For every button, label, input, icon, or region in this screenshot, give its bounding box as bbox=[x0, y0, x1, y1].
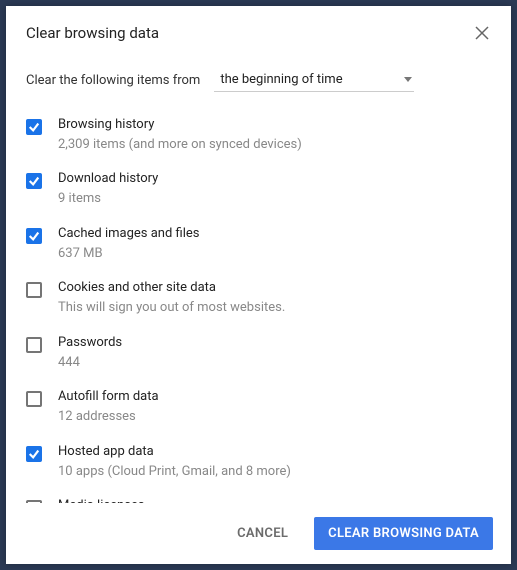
dialog-footer: Cancel Clear browsing data bbox=[6, 503, 511, 564]
list-item: Passwords 444 bbox=[26, 326, 491, 380]
list-item: Media licensesYou may lose access to pre… bbox=[26, 489, 491, 503]
list-item: Hosted app data 10 apps (Cloud Print, Gma… bbox=[26, 435, 491, 489]
dialog-title: Clear browsing data bbox=[26, 24, 159, 42]
item-label: Autofill form data bbox=[58, 389, 159, 406]
item-subtext: 444 bbox=[58, 354, 122, 372]
list-item: Cookies and other site data This will sig… bbox=[26, 271, 491, 325]
checkbox[interactable] bbox=[26, 446, 42, 462]
item-text: Cached images and files 637 MB bbox=[58, 226, 199, 262]
check-icon bbox=[28, 175, 40, 187]
item-label: Browsing history bbox=[58, 117, 302, 134]
time-range-dropdown[interactable]: the beginning of time bbox=[214, 68, 414, 92]
item-text: Passwords 444 bbox=[58, 335, 122, 371]
checkbox[interactable] bbox=[26, 337, 42, 353]
item-label: Passwords bbox=[58, 335, 122, 352]
chevron-down-icon bbox=[404, 77, 412, 82]
list-item: Browsing history 2,309 items (and more on… bbox=[26, 108, 491, 162]
item-text: Browsing history 2,309 items (and more on… bbox=[58, 117, 302, 153]
item-subtext: 637 MB bbox=[58, 245, 199, 263]
clear-browsing-data-dialog: Clear browsing data Clear the following … bbox=[6, 6, 511, 564]
checkbox[interactable] bbox=[26, 173, 42, 189]
time-range-value: the beginning of time bbox=[220, 72, 342, 87]
check-icon bbox=[28, 448, 40, 460]
close-icon bbox=[475, 26, 489, 40]
checkbox[interactable] bbox=[26, 282, 42, 298]
item-text: Cookies and other site data This will sig… bbox=[58, 280, 285, 316]
list-item: Autofill form data 12 addresses bbox=[26, 380, 491, 434]
item-subtext: This will sign you out of most websites. bbox=[58, 299, 285, 317]
item-subtext: 10 apps (Cloud Print, Gmail, and 8 more) bbox=[58, 463, 291, 481]
data-type-list: Browsing history 2,309 items (and more on… bbox=[6, 98, 511, 503]
item-subtext: 9 items bbox=[58, 190, 158, 208]
clear-browsing-data-button[interactable]: Clear browsing data bbox=[314, 517, 493, 550]
item-text: Download history 9 items bbox=[58, 171, 158, 207]
checkbox[interactable] bbox=[26, 228, 42, 244]
item-text: Hosted app data 10 apps (Cloud Print, Gma… bbox=[58, 444, 291, 480]
time-range-row: Clear the following items from the begin… bbox=[6, 50, 511, 98]
list-item: Download history 9 items bbox=[26, 162, 491, 216]
checkbox[interactable] bbox=[26, 119, 42, 135]
item-label: Cookies and other site data bbox=[58, 280, 285, 297]
time-range-label: Clear the following items from bbox=[26, 73, 200, 88]
item-label: Download history bbox=[58, 171, 158, 188]
item-label: Hosted app data bbox=[58, 444, 291, 461]
list-item: Cached images and files 637 MB bbox=[26, 217, 491, 271]
dialog-header: Clear browsing data bbox=[6, 6, 511, 50]
item-subtext: 12 addresses bbox=[58, 408, 159, 426]
cancel-button[interactable]: Cancel bbox=[223, 517, 302, 550]
checkbox[interactable] bbox=[26, 391, 42, 407]
dialog-backdrop: Clear browsing data Clear the following … bbox=[0, 0, 517, 570]
check-icon bbox=[28, 121, 40, 133]
item-subtext: 2,309 items (and more on synced devices) bbox=[58, 136, 302, 154]
item-label: Cached images and files bbox=[58, 226, 199, 243]
close-button[interactable] bbox=[473, 24, 491, 42]
item-text: Autofill form data 12 addresses bbox=[58, 389, 159, 425]
check-icon bbox=[28, 230, 40, 242]
